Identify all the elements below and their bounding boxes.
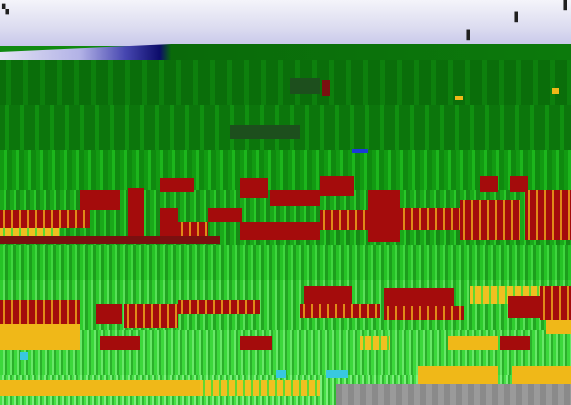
flower-patch (0, 380, 200, 396)
field-area (0, 60, 571, 405)
marker-icon: ▐ (463, 31, 470, 41)
sky-band: ▚ ▐ ▐ ▐ (0, 0, 571, 46)
crop-patch (208, 208, 242, 222)
flower-patch (552, 88, 559, 94)
flower-patch (200, 380, 320, 396)
crop-patch (80, 190, 120, 210)
crop-patch (320, 210, 370, 230)
crop-patch (240, 336, 272, 350)
crop-patch (460, 200, 520, 240)
flower-patch (360, 336, 390, 350)
crop-patch (178, 300, 260, 314)
field-row (0, 245, 571, 280)
water-patch (20, 352, 28, 360)
corner-mark-icon: ▚ (2, 5, 9, 15)
crop-patch (96, 304, 122, 324)
shrub-patch (290, 78, 320, 94)
water-patch (276, 370, 286, 378)
crop-patch (0, 236, 220, 244)
crop-patch (540, 286, 571, 320)
water-patch (352, 149, 368, 153)
flower-patch (448, 336, 498, 350)
crop-patch (240, 222, 320, 240)
ground-strip (336, 384, 571, 405)
crop-patch (124, 304, 178, 328)
crop-patch (500, 336, 530, 350)
crop-patch (368, 190, 400, 242)
crop-patch (160, 178, 194, 192)
flower-patch (418, 366, 498, 384)
shrub-patch (322, 80, 330, 96)
flower-patch (546, 320, 571, 334)
crop-patch (384, 306, 464, 320)
crop-patch (384, 288, 454, 306)
crop-patch (304, 286, 352, 304)
crop-patch (400, 208, 460, 230)
water-patch (326, 370, 348, 378)
marker-icon: ▐ (511, 13, 518, 23)
crop-patch (525, 190, 571, 240)
crop-patch (240, 178, 268, 198)
crop-patch (480, 176, 498, 192)
shrub-patch (230, 125, 300, 139)
crop-patch (300, 304, 380, 318)
marker-icon: ▐ (560, 1, 567, 11)
flower-patch (455, 96, 463, 100)
flower-patch (0, 228, 60, 236)
crop-patch (0, 300, 80, 326)
crop-patch (0, 210, 90, 228)
flower-patch (512, 366, 571, 384)
crop-patch (100, 336, 140, 350)
flower-patch (0, 324, 80, 350)
crop-patch (270, 190, 320, 206)
crop-patch (320, 176, 354, 196)
field-row (0, 60, 571, 105)
